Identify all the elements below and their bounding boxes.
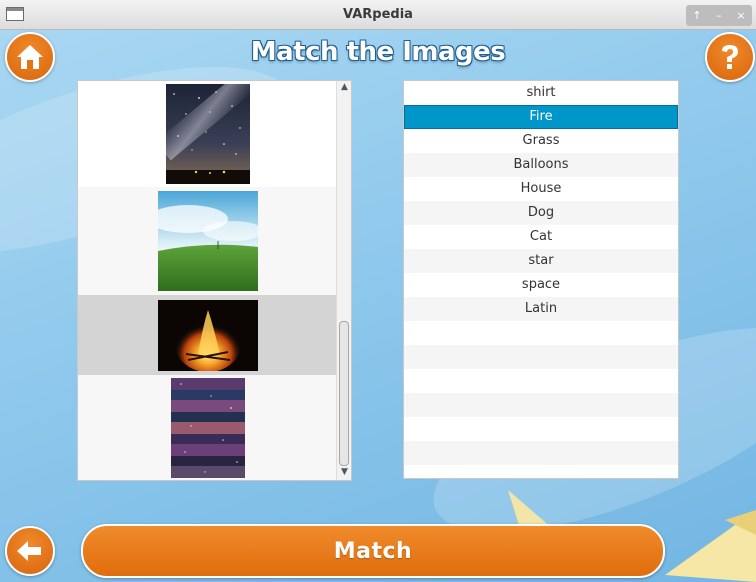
window-title: VARpedia: [343, 7, 413, 22]
app-area: Match the Images ▲ ▼ shirt Fire Grass Ba…: [0, 30, 756, 582]
empty-list-row: [404, 417, 678, 441]
word-list-item[interactable]: Latin: [404, 297, 678, 321]
match-button-label: Match: [333, 538, 413, 564]
window-close-button[interactable]: ×: [731, 7, 751, 25]
empty-list-row: [404, 369, 678, 393]
image-list-item[interactable]: [78, 375, 337, 480]
word-list-item[interactable]: House: [404, 177, 678, 201]
window-minimize-button[interactable]: –: [709, 7, 729, 25]
image-list-item[interactable]: [78, 187, 337, 295]
word-list-item[interactable]: shirt: [404, 81, 678, 105]
scroll-up-arrow-icon[interactable]: ▲: [339, 82, 350, 93]
window-maximize-button[interactable]: ↑: [687, 7, 707, 25]
empty-list-row: [404, 393, 678, 417]
word-list-item[interactable]: star: [404, 249, 678, 273]
scroll-down-arrow-icon[interactable]: ▼: [339, 467, 350, 478]
image-list-item[interactable]: [78, 81, 337, 187]
image-list-scrollbar[interactable]: ▲ ▼: [336, 81, 351, 480]
word-list-item-selected[interactable]: Fire: [404, 105, 678, 129]
word-list-item[interactable]: Balloons: [404, 153, 678, 177]
empty-list-row: [404, 345, 678, 369]
word-list-item[interactable]: Dog: [404, 201, 678, 225]
starry-night-sky-thumbnail: [165, 84, 250, 184]
window-controls: ↑ – ×: [686, 5, 752, 26]
back-arrow-icon: [17, 541, 41, 561]
word-list[interactable]: shirt Fire Grass Balloons House Dog Cat …: [403, 80, 679, 479]
page-title: Match the Images: [250, 37, 506, 67]
word-list-item[interactable]: Cat: [404, 225, 678, 249]
bonfire-thumbnail: [157, 299, 258, 371]
back-button[interactable]: [5, 526, 55, 576]
empty-list-row: [404, 441, 678, 465]
image-list-item-selected[interactable]: [78, 295, 337, 375]
scrollbar-thumb[interactable]: [339, 321, 349, 466]
galaxy-space-collage-thumbnail: [170, 378, 245, 478]
word-list-item[interactable]: space: [404, 273, 678, 297]
word-list-item[interactable]: Grass: [404, 129, 678, 153]
empty-list-row: [404, 321, 678, 345]
green-grass-hill-thumbnail: [157, 191, 258, 291]
image-list[interactable]: ▲ ▼: [77, 80, 352, 481]
match-button[interactable]: Match: [81, 524, 665, 578]
window-titlebar: VARpedia ↑ – ×: [0, 0, 756, 30]
